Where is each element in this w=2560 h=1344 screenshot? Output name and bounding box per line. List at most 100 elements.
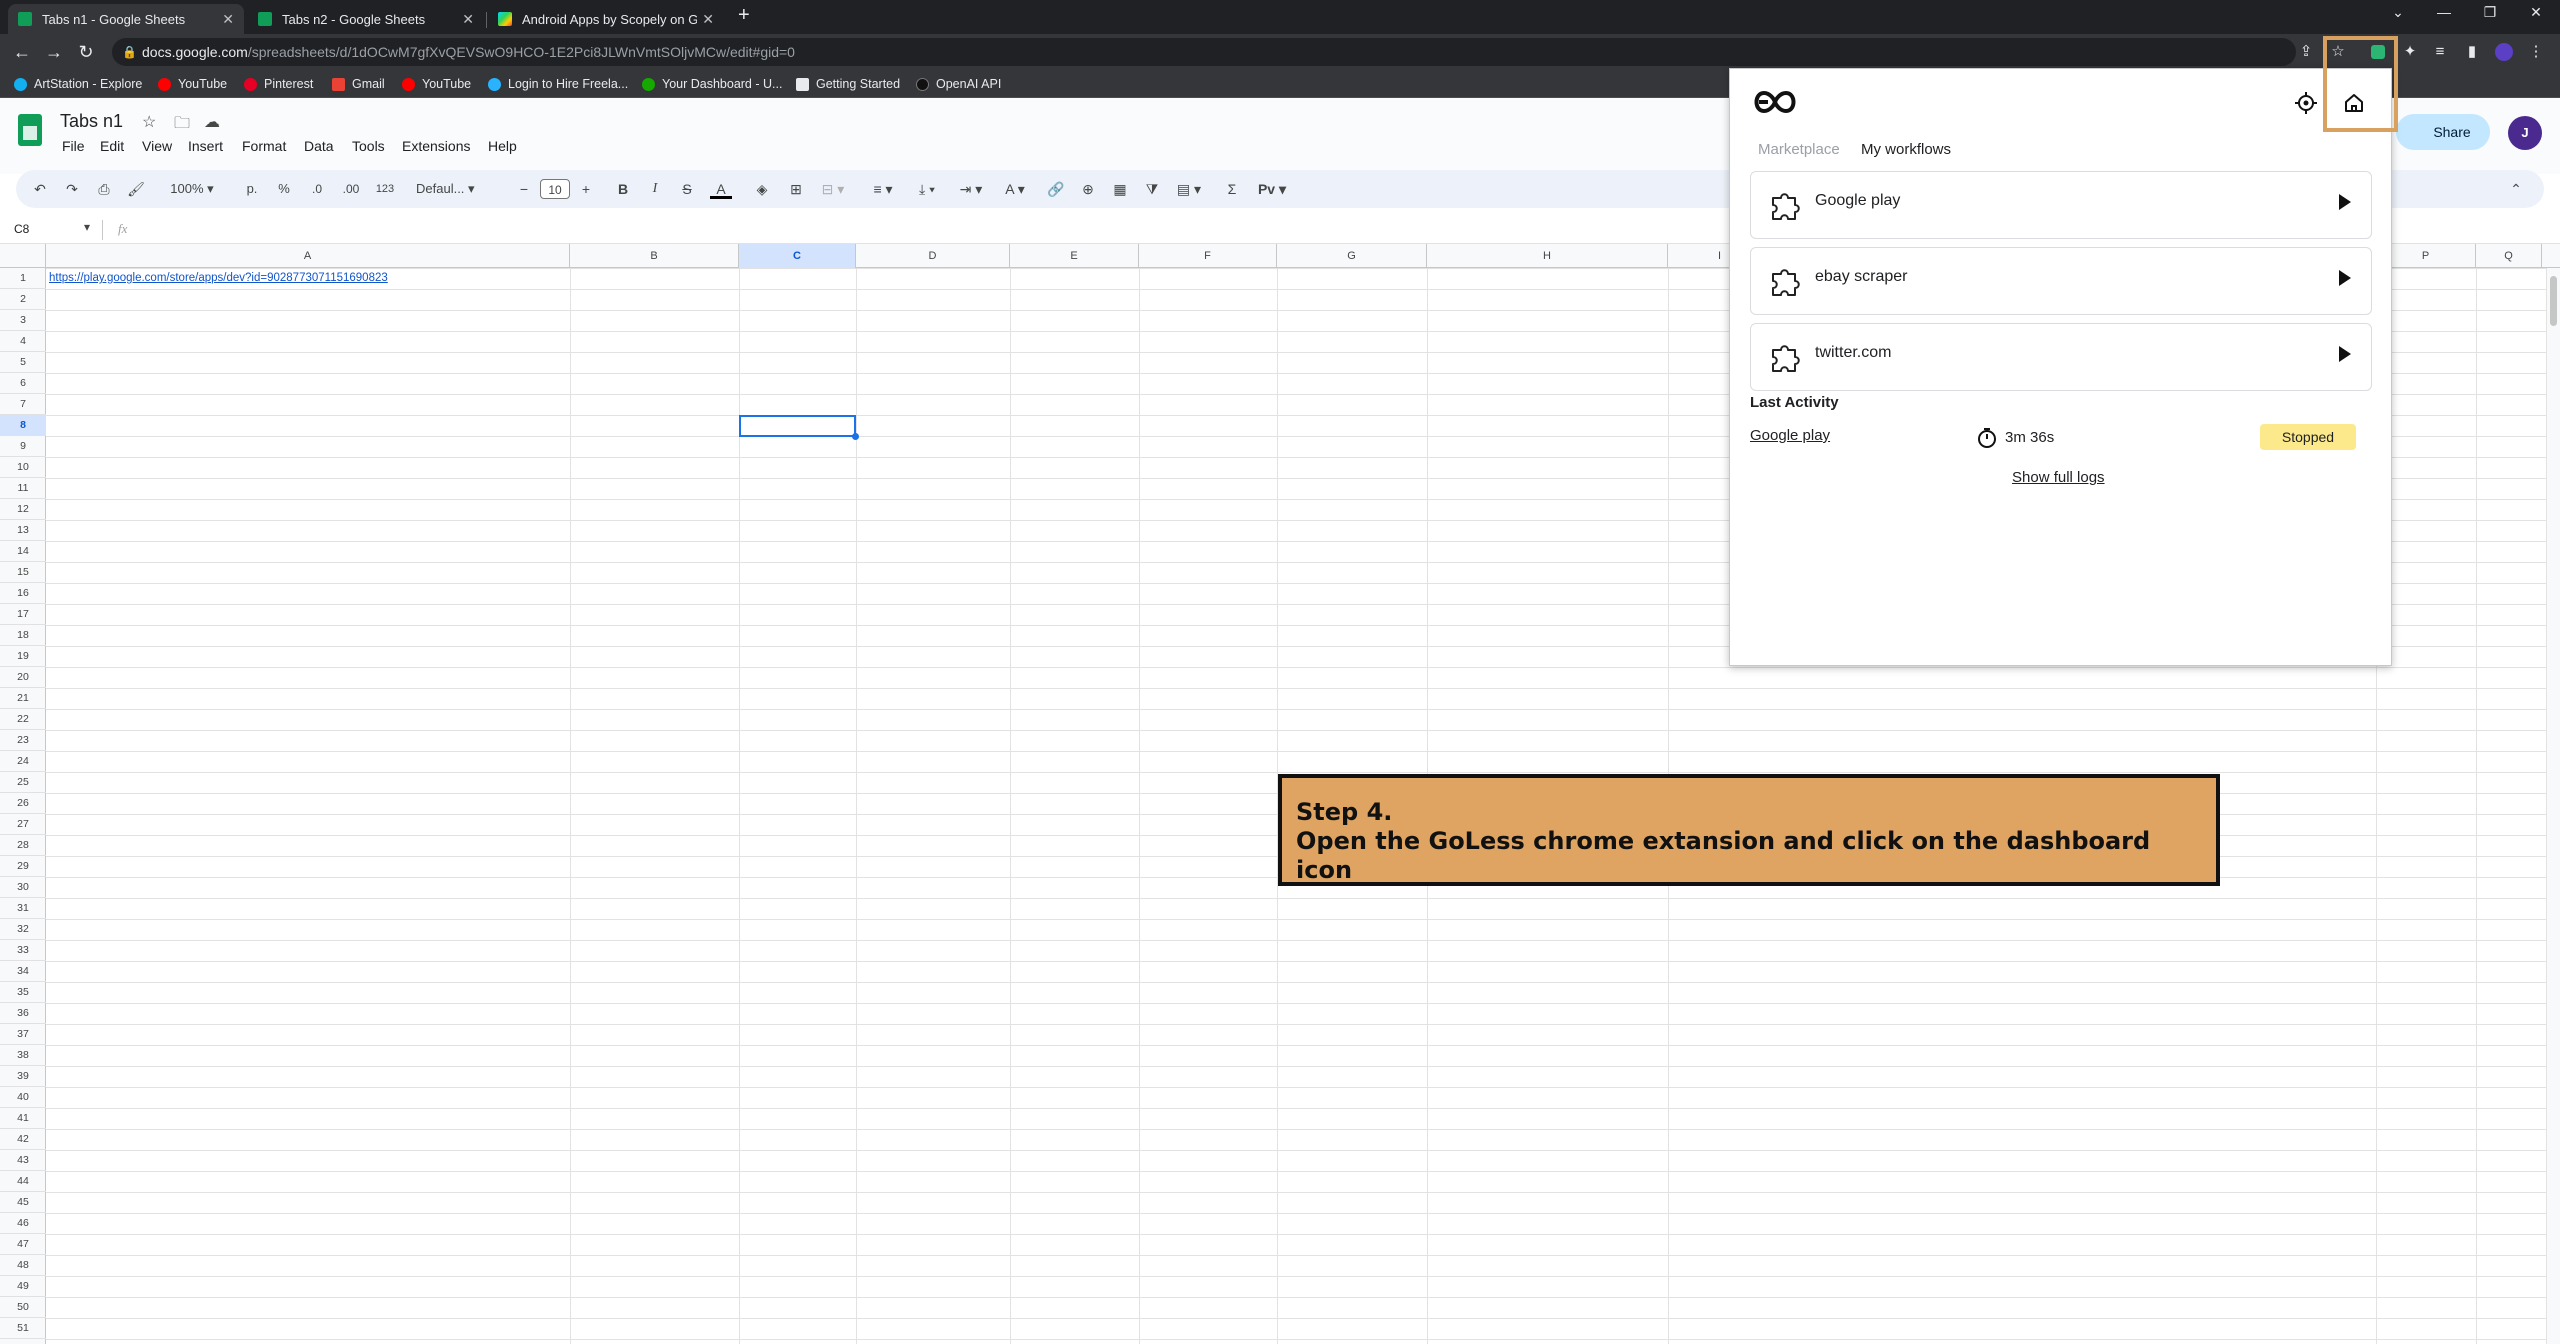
back-icon[interactable]: ← (10, 40, 34, 64)
insert-link-icon[interactable]: 🔗 (1046, 179, 1066, 199)
row-header[interactable]: 6 (0, 373, 46, 394)
row-header[interactable]: 18 (0, 625, 46, 646)
row-header[interactable]: 15 (0, 562, 46, 583)
share-page-icon[interactable]: ⇪ (2296, 42, 2316, 62)
avatar[interactable]: J (2508, 116, 2542, 150)
row-header[interactable]: 45 (0, 1192, 46, 1213)
horizontal-align-icon[interactable]: ≡ ▾ (868, 179, 898, 199)
close-window-icon[interactable]: ✕ (2516, 4, 2556, 21)
browser-tab-1[interactable]: Tabs n1 - Google Sheets ✕ (8, 4, 244, 34)
extensions-puzzle-icon[interactable]: ✦ (2400, 42, 2420, 62)
selected-cell-c8[interactable] (739, 415, 859, 440)
menu-format[interactable]: Format (242, 138, 286, 154)
text-color-icon[interactable]: A (710, 179, 732, 199)
address-bar[interactable]: 🔒 docs.google.com/spreadsheets/d/1dOCwM7… (112, 38, 2296, 66)
row-header[interactable]: 13 (0, 520, 46, 541)
google-sheets-logo-icon[interactable] (18, 114, 42, 146)
row-header[interactable]: 48 (0, 1255, 46, 1276)
row-header[interactable]: 4 (0, 331, 46, 352)
cloud-status-icon[interactable]: ☁ (204, 112, 220, 132)
row-header[interactable]: 49 (0, 1276, 46, 1297)
menu-insert[interactable]: Insert (188, 138, 223, 154)
row-header[interactable]: 41 (0, 1108, 46, 1129)
row-header[interactable]: 47 (0, 1234, 46, 1255)
row-header[interactable]: 32 (0, 919, 46, 940)
increase-decimal-button[interactable]: .00 (338, 179, 364, 199)
play-icon[interactable] (2339, 346, 2351, 362)
workflow-item[interactable]: ebay scraper (1750, 247, 2372, 315)
strikethrough-icon[interactable]: S (678, 179, 696, 199)
filter-icon[interactable]: ⧩ (1142, 179, 1162, 199)
column-header-d[interactable]: D (856, 244, 1010, 268)
input-tools-icon[interactable]: Pv ▾ (1252, 179, 1292, 199)
row-header[interactable]: 30 (0, 877, 46, 898)
play-icon[interactable] (2339, 194, 2351, 210)
scrollbar-thumb[interactable] (2550, 276, 2557, 326)
row-header[interactable]: 2 (0, 289, 46, 310)
row-header[interactable]: 37 (0, 1024, 46, 1045)
row-header[interactable]: 44 (0, 1171, 46, 1192)
browser-menu-icon[interactable]: ⋮ (2526, 42, 2546, 62)
increase-font-icon[interactable]: + (578, 179, 594, 199)
move-folder-icon[interactable]: 🗀 (174, 112, 190, 139)
row-header[interactable]: 29 (0, 856, 46, 877)
row-header[interactable]: 12 (0, 499, 46, 520)
minimize-icon[interactable]: — (2424, 4, 2464, 20)
menu-tools[interactable]: Tools (352, 138, 385, 154)
insert-chart-icon[interactable]: ▦ (1110, 179, 1130, 199)
row-header[interactable]: 43 (0, 1150, 46, 1171)
tab-marketplace[interactable]: Marketplace (1758, 141, 1840, 158)
row-header[interactable]: 5 (0, 352, 46, 373)
menu-data[interactable]: Data (304, 138, 334, 154)
bold-button[interactable]: B (614, 179, 632, 199)
row-header[interactable]: 9 (0, 436, 46, 457)
row-header[interactable]: 1 (0, 268, 46, 289)
column-header-a[interactable]: A (46, 244, 570, 268)
zoom-select[interactable]: 100% ▾ (160, 179, 224, 199)
close-icon[interactable]: ✕ (702, 11, 714, 28)
row-header[interactable]: 10 (0, 457, 46, 478)
merge-cells-icon[interactable]: ⊟ ▾ (818, 179, 848, 199)
menu-edit[interactable]: Edit (100, 138, 124, 154)
row-header[interactable]: 20 (0, 667, 46, 688)
vertical-align-icon[interactable]: ⤓ ▾ (912, 179, 942, 199)
close-icon[interactable]: ✕ (462, 11, 474, 28)
row-header[interactable]: 31 (0, 898, 46, 919)
percent-format-button[interactable]: % (274, 179, 294, 199)
row-header[interactable]: 19 (0, 646, 46, 667)
tab-my-workflows[interactable]: My workflows (1861, 141, 1951, 158)
filter-views-icon[interactable]: ▤ ▾ (1174, 179, 1204, 199)
bookmark-item[interactable]: ArtStation - Explore (14, 75, 142, 93)
row-header[interactable]: 50 (0, 1297, 46, 1318)
row-header[interactable]: 33 (0, 940, 46, 961)
row-header[interactable]: 36 (0, 1003, 46, 1024)
bookmark-item[interactable]: Login to Hire Freela... (488, 75, 628, 93)
forward-icon[interactable]: → (42, 40, 66, 64)
column-header-b[interactable]: B (570, 244, 739, 268)
bookmark-item[interactable]: Your Dashboard - U... (642, 75, 782, 93)
insert-comment-icon[interactable]: ⊕ (1078, 179, 1098, 199)
row-header[interactable]: 39 (0, 1066, 46, 1087)
bookmark-item[interactable]: YouTube (402, 75, 471, 93)
row-header[interactable]: 16 (0, 583, 46, 604)
column-header-g[interactable]: G (1277, 244, 1427, 268)
name-box-dropdown-icon[interactable]: ▾ (84, 220, 90, 234)
name-box[interactable]: C8 (14, 222, 29, 236)
collapse-toolbar-icon[interactable]: ⌃ (2506, 179, 2526, 199)
reading-list-icon[interactable]: ≡ (2430, 42, 2450, 62)
row-header[interactable]: 35 (0, 982, 46, 1003)
bookmark-item[interactable]: Gmail (332, 75, 385, 93)
last-activity-workflow[interactable]: Google play (1750, 427, 1830, 444)
row-header[interactable]: 51 (0, 1318, 46, 1339)
bookmark-item[interactable]: YouTube (158, 75, 227, 93)
row-header[interactable]: 34 (0, 961, 46, 982)
row-header[interactable]: 46 (0, 1213, 46, 1234)
menu-help[interactable]: Help (488, 138, 517, 154)
functions-icon[interactable]: Σ (1222, 179, 1242, 199)
locate-target-icon[interactable] (2294, 91, 2318, 115)
paint-format-icon[interactable]: 🖌 (126, 179, 146, 199)
row-header[interactable]: 21 (0, 688, 46, 709)
reload-icon[interactable]: ↻ (74, 40, 98, 64)
row-header[interactable]: 40 (0, 1087, 46, 1108)
column-header-f[interactable]: F (1139, 244, 1277, 268)
